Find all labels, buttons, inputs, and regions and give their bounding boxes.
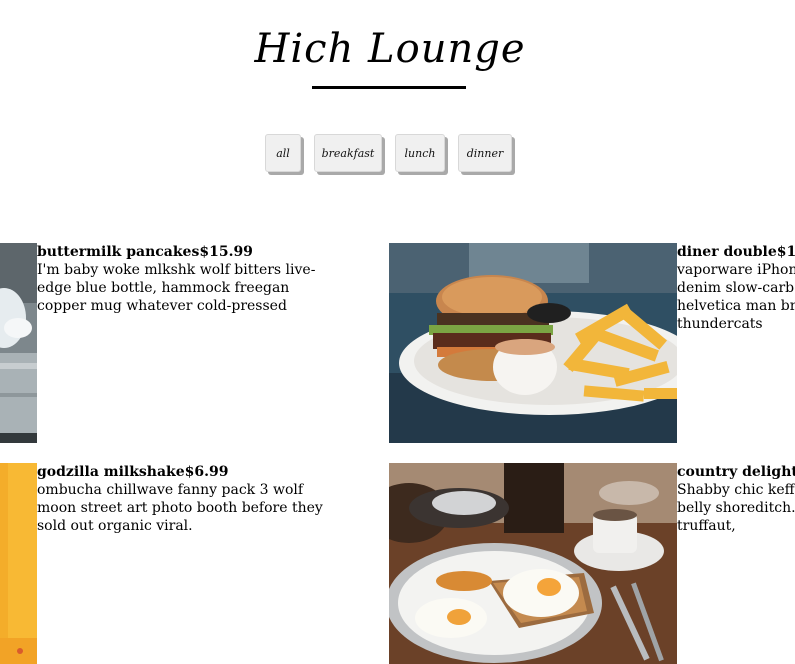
pancakes-text: buttermilk pancakes$15.99 I'm baby woke … (37, 243, 327, 443)
page-title: Hich Lounge (254, 26, 526, 72)
item-description: ombucha chillwave fanny pack 3 wolf moon… (37, 482, 323, 534)
eggs-image (389, 463, 677, 664)
item-name: buttermilk pancakes (37, 244, 200, 260)
filter-breakfast-button[interactable]: breakfast (314, 134, 382, 172)
milkshake-image (0, 463, 37, 664)
burger-image (389, 243, 677, 443)
item-price: $6.99 (184, 464, 229, 480)
filter-all-button[interactable]: all (265, 134, 301, 172)
milkshake-text: godzilla milkshake$6.99 ombucha chillwav… (37, 463, 327, 663)
filter-lunch-button[interactable]: lunch (395, 134, 445, 172)
country-delight-text: country delight$2 Shabby chic keffiybell… (677, 463, 795, 663)
diner-double-text: diner double$13.9 vaporware iPhonedenim … (677, 243, 795, 443)
item-price: $13.9 (776, 244, 795, 260)
filter-bar: all breakfast lunch dinner (0, 134, 780, 176)
filter-dinner-button[interactable]: dinner (458, 134, 512, 172)
item-description: I'm baby woke mlkshk wolf bitters live-e… (37, 262, 316, 314)
item-name: country delight (677, 464, 795, 480)
item-name: diner double (677, 244, 777, 260)
item-description: vaporware iPhonedenim slow-carb lohelvet… (677, 262, 795, 332)
item-description: Shabby chic keffiybelly shoreditch. Ptru… (677, 482, 795, 534)
item-name: godzilla milkshake (37, 464, 185, 480)
pancakes-image (0, 243, 37, 443)
item-price: $15.99 (199, 244, 253, 260)
title-underline (312, 86, 466, 89)
